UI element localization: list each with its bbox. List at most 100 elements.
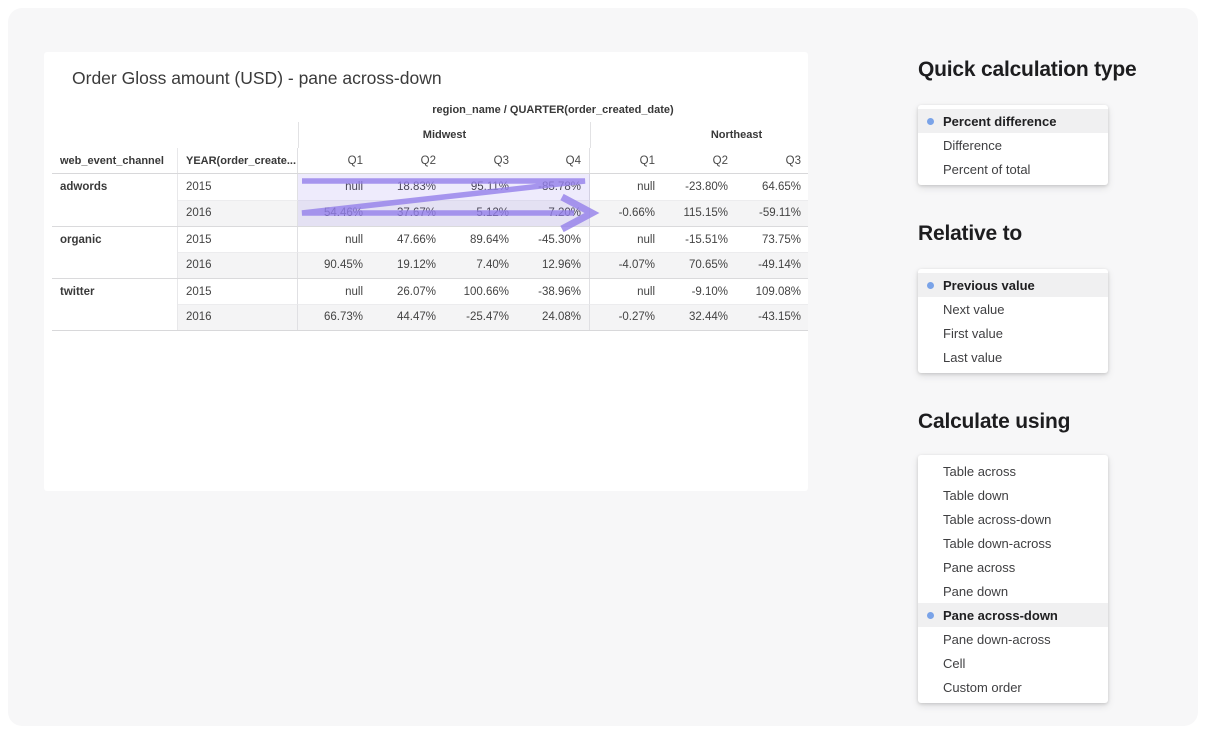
- value-cell[interactable]: 32.44%: [663, 304, 736, 330]
- menu-relative-to: Previous valueNext valueFirst value Last …: [918, 269, 1108, 373]
- pane-label-row: MidwestNortheast: [52, 122, 808, 148]
- value-cell[interactable]: 54.46%: [298, 200, 371, 226]
- channel-label[interactable]: [52, 304, 178, 330]
- column-header-row: web_event_channel YEAR(order_create... Q…: [52, 148, 808, 174]
- value-cell[interactable]: 37.67%: [371, 200, 444, 226]
- table-row: 201666.73%44.47%-25.47%24.08%-0.27%32.44…: [52, 304, 808, 330]
- value-cell[interactable]: 24.08%: [517, 304, 590, 330]
- menu-item-table-down-across[interactable]: Table down-across: [918, 531, 1108, 555]
- year-label[interactable]: 2015: [178, 227, 298, 252]
- value-cell[interactable]: null: [590, 279, 663, 304]
- channel-label[interactable]: adwords: [52, 174, 178, 200]
- quarter-column-header: Q3: [444, 148, 517, 173]
- app-background-panel: Order Gloss amount (USD) - pane across-d…: [8, 8, 1198, 726]
- value-cell[interactable]: null: [590, 227, 663, 252]
- value-cell[interactable]: 70.65%: [663, 252, 736, 278]
- pane-label: Midwest: [298, 122, 590, 148]
- channel-label[interactable]: twitter: [52, 279, 178, 304]
- value-cell[interactable]: -85.78%: [517, 174, 590, 200]
- quarter-column-header: Q4: [517, 148, 590, 173]
- value-cell[interactable]: 109.08%: [736, 279, 808, 304]
- value-cell[interactable]: 115.15%: [663, 200, 736, 226]
- value-cell[interactable]: 64.65%: [736, 174, 808, 200]
- selected-dot-icon: [927, 118, 934, 125]
- value-cell[interactable]: 73.75%: [736, 227, 808, 252]
- table-row: 201654.46%37.67%5.12%7.20%-0.66%115.15%-…: [52, 200, 808, 226]
- menu-item-next-value[interactable]: Next value: [918, 297, 1108, 321]
- value-cell[interactable]: 44.47%: [371, 304, 444, 330]
- channel-label[interactable]: [52, 252, 178, 278]
- value-cell[interactable]: 66.73%: [298, 304, 371, 330]
- menu-item-pane-down[interactable]: Pane down: [918, 579, 1108, 603]
- menu-item-label: Cell: [943, 656, 965, 671]
- row-field-header-year: YEAR(order_create...: [178, 148, 298, 173]
- menu-calculate-using: Table across Table down Table across-down T…: [918, 455, 1108, 703]
- value-cell[interactable]: null: [298, 174, 371, 200]
- menu-item-last-value[interactable]: Last value: [918, 345, 1108, 369]
- year-label[interactable]: 2015: [178, 174, 298, 200]
- quarter-column-header: Q1: [298, 148, 371, 173]
- value-cell[interactable]: 100.66%: [444, 279, 517, 304]
- section-heading-quick-calculation-type: Quick calculation type: [918, 58, 1206, 82]
- value-cell[interactable]: null: [298, 279, 371, 304]
- value-cell[interactable]: 47.66%: [371, 227, 444, 252]
- menu-item-table-across-down[interactable]: Table across-down: [918, 507, 1108, 531]
- menu-item-label: Table across: [943, 464, 1016, 479]
- value-cell[interactable]: 12.96%: [517, 252, 590, 278]
- value-cell[interactable]: -9.10%: [663, 279, 736, 304]
- value-cell[interactable]: 7.40%: [444, 252, 517, 278]
- menu-item-percent-of-total[interactable]: Percent of total: [918, 157, 1108, 181]
- value-cell[interactable]: 7.20%: [517, 200, 590, 226]
- menu-item-pane-across[interactable]: Pane across: [918, 555, 1108, 579]
- value-cell[interactable]: 18.83%: [371, 174, 444, 200]
- year-label[interactable]: 2016: [178, 304, 298, 330]
- menu-item-label: Table down: [943, 488, 1009, 503]
- value-cell[interactable]: -59.11%: [736, 200, 808, 226]
- value-cell[interactable]: -45.30%: [517, 227, 590, 252]
- table-row: twitter2015null26.07%100.66%-38.96%null-…: [52, 278, 808, 304]
- quarter-column-header: Q2: [663, 148, 736, 173]
- value-cell[interactable]: -43.15%: [736, 304, 808, 330]
- year-label[interactable]: 2016: [178, 200, 298, 226]
- menu-item-table-across[interactable]: Table across: [918, 459, 1108, 483]
- value-cell[interactable]: 90.45%: [298, 252, 371, 278]
- value-cell[interactable]: 89.64%: [444, 227, 517, 252]
- menu-item-custom-order[interactable]: Custom order: [918, 675, 1108, 699]
- menu-item-label: Table down-across: [943, 536, 1051, 551]
- menu-item-label: Table across-down: [943, 512, 1051, 527]
- year-label[interactable]: 2015: [178, 279, 298, 304]
- menu-item-difference[interactable]: Difference: [918, 133, 1108, 157]
- value-cell[interactable]: -25.47%: [444, 304, 517, 330]
- value-cell[interactable]: -4.07%: [590, 252, 663, 278]
- value-cell[interactable]: 19.12%: [371, 252, 444, 278]
- channel-label[interactable]: [52, 200, 178, 226]
- value-cell[interactable]: 95.11%: [444, 174, 517, 200]
- menu-item-label: Last value: [943, 350, 1002, 365]
- menu-item-pane-across-down[interactable]: Pane across-down: [918, 603, 1108, 627]
- menu-item-previous-value[interactable]: Previous value: [918, 273, 1108, 297]
- section-heading-calculate-using: Calculate using: [918, 410, 1206, 434]
- menu-item-pane-down-across[interactable]: Pane down-across: [918, 627, 1108, 651]
- value-cell[interactable]: null: [298, 227, 371, 252]
- value-cell[interactable]: -0.27%: [590, 304, 663, 330]
- quarter-column-header: Q3: [736, 148, 808, 173]
- channel-label[interactable]: organic: [52, 227, 178, 252]
- menu-item-first-value[interactable]: First value: [918, 321, 1108, 345]
- year-label[interactable]: 2016: [178, 252, 298, 278]
- value-cell[interactable]: 5.12%: [444, 200, 517, 226]
- value-cell[interactable]: -0.66%: [590, 200, 663, 226]
- menu-item-percent-difference[interactable]: Percent difference: [918, 109, 1108, 133]
- quarter-column-header: Q1: [590, 148, 663, 173]
- menu-item-cell[interactable]: Cell: [918, 651, 1108, 675]
- value-cell[interactable]: -23.80%: [663, 174, 736, 200]
- menu-item-table-down[interactable]: Table down: [918, 483, 1108, 507]
- value-cell[interactable]: -38.96%: [517, 279, 590, 304]
- value-cell[interactable]: -49.14%: [736, 252, 808, 278]
- value-cell[interactable]: null: [590, 174, 663, 200]
- viz-title: Order Gloss amount (USD) - pane across-d…: [72, 68, 442, 89]
- value-cell[interactable]: 26.07%: [371, 279, 444, 304]
- value-cell[interactable]: -15.51%: [663, 227, 736, 252]
- menu-item-label: Pane across-down: [943, 608, 1058, 623]
- crosstab: region_name / QUARTER(order_created_date…: [52, 98, 808, 332]
- menu-item-label: Pane down-across: [943, 632, 1051, 647]
